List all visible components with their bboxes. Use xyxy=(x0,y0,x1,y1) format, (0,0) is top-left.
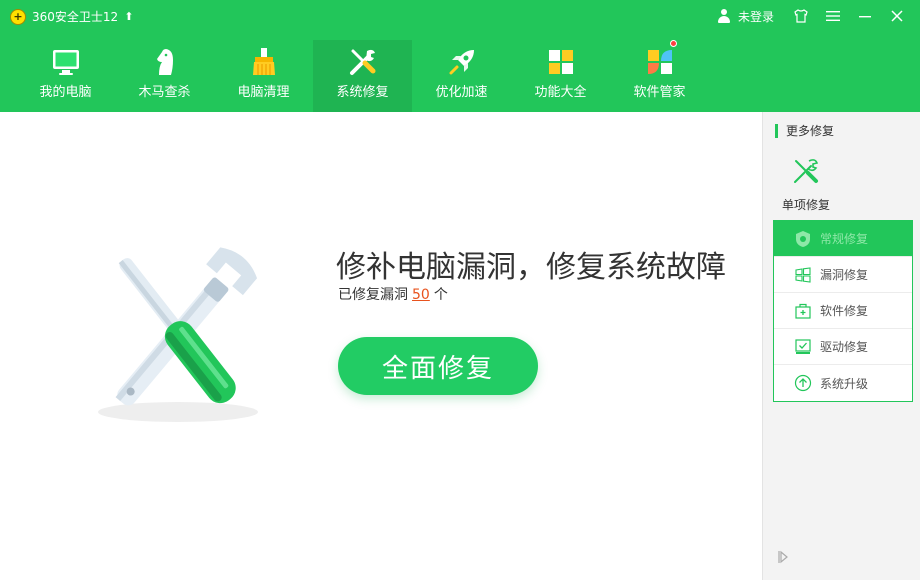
app-title: 360安全卫士12 xyxy=(32,10,119,24)
nav-label: 系统修复 xyxy=(336,85,389,100)
upgrade-arrow-icon[interactable]: ⬆ xyxy=(124,10,133,23)
nav-item-optimize[interactable]: 优化加速 xyxy=(412,40,511,112)
panel-title: 更多修复 xyxy=(775,124,834,138)
nav-item-system-repair[interactable]: 系统修复 xyxy=(313,40,412,112)
stat-prefix: 已修复漏洞 xyxy=(338,287,408,303)
menu-item-label: 驱动修复 xyxy=(820,340,869,354)
login-area[interactable]: 未登录 xyxy=(716,8,774,25)
menu-item-driver-repair[interactable]: 驱动修复 xyxy=(774,329,912,365)
nav-label: 木马查杀 xyxy=(138,85,191,100)
title-bar: + 360安全卫士12 ⬆ 未登录 xyxy=(0,0,920,34)
nav-item-software-manager[interactable]: 软件管家 xyxy=(610,40,709,112)
window-controls: 未登录 xyxy=(716,7,906,25)
horse-icon xyxy=(149,46,181,78)
single-repair-label: 单项修复 xyxy=(781,198,830,212)
login-label[interactable]: 未登录 xyxy=(738,8,774,25)
app-grid-icon xyxy=(644,46,676,78)
app-header: + 360安全卫士12 ⬆ 未登录 我的电脑 木马查杀 电脑清理 系统修复 优化… xyxy=(0,0,920,112)
menu-item-software-repair[interactable]: 软件修复 xyxy=(774,293,912,329)
more-repair-panel: 更多修复 单项修复 常规修复 漏洞修复 软件修复 驱动修复 系统升级 xyxy=(762,112,920,580)
main-content: 修补电脑漏洞，修复系统故障 已修复漏洞 50 个 全面修复 xyxy=(0,112,762,580)
monitor-icon xyxy=(50,46,82,78)
nav-label: 软件管家 xyxy=(633,85,686,100)
main-nav: 我的电脑 木马查杀 电脑清理 系统修复 优化加速 功能大全 软件管家 xyxy=(16,40,709,112)
stat-value-link[interactable]: 50 xyxy=(412,287,430,303)
minimize-icon[interactable] xyxy=(856,7,874,25)
rocket-icon xyxy=(446,46,478,78)
toolbox-icon xyxy=(794,302,812,320)
nav-item-cleanup[interactable]: 电脑清理 xyxy=(214,40,313,112)
menu-icon[interactable] xyxy=(824,7,842,25)
nav-label: 我的电脑 xyxy=(39,85,92,100)
menu-item-label: 软件修复 xyxy=(820,304,869,318)
windows-icon xyxy=(794,266,812,284)
repair-menu: 常规修复 漏洞修复 软件修复 驱动修复 系统升级 xyxy=(773,220,913,402)
nav-item-my-computer[interactable]: 我的电脑 xyxy=(16,40,115,112)
upgrade-icon xyxy=(794,374,812,392)
stat-suffix: 个 xyxy=(433,287,448,303)
menu-item-system-upgrade[interactable]: 系统升级 xyxy=(774,365,912,401)
page-headline: 修补电脑漏洞，修复系统故障 xyxy=(336,250,726,285)
nav-item-features[interactable]: 功能大全 xyxy=(511,40,610,112)
grid-icon xyxy=(545,46,577,78)
user-icon xyxy=(716,8,732,24)
driver-icon xyxy=(794,338,812,356)
wrench-screwdriver-icon xyxy=(347,46,379,78)
shield-icon xyxy=(794,230,812,248)
broom-icon xyxy=(248,46,280,78)
menu-item-routine-repair[interactable]: 常规修复 xyxy=(774,221,912,257)
app-title-area: + 360安全卫士12 ⬆ xyxy=(10,8,133,25)
menu-item-label: 常规修复 xyxy=(820,232,869,246)
nav-item-trojan-scan[interactable]: 木马查杀 xyxy=(115,40,214,112)
full-repair-button[interactable]: 全面修复 xyxy=(338,337,538,395)
app-logo-icon: + xyxy=(10,8,26,25)
single-repair-button[interactable]: 单项修复 xyxy=(775,156,837,213)
nav-label: 功能大全 xyxy=(534,85,587,100)
wrench-screwdriver-icon xyxy=(791,156,821,186)
nav-label: 优化加速 xyxy=(435,85,488,100)
menu-item-label: 漏洞修复 xyxy=(820,268,869,282)
repair-stat: 已修复漏洞 50 个 xyxy=(338,284,448,304)
menu-item-vulnerability-repair[interactable]: 漏洞修复 xyxy=(774,257,912,293)
repair-tools-illustration xyxy=(78,232,278,432)
close-icon[interactable] xyxy=(888,7,906,25)
nav-label: 电脑清理 xyxy=(237,85,290,100)
menu-item-label: 系统升级 xyxy=(820,376,869,391)
skin-icon[interactable] xyxy=(792,7,810,25)
notification-badge xyxy=(670,40,677,47)
collapse-panel-icon[interactable] xyxy=(777,549,789,564)
